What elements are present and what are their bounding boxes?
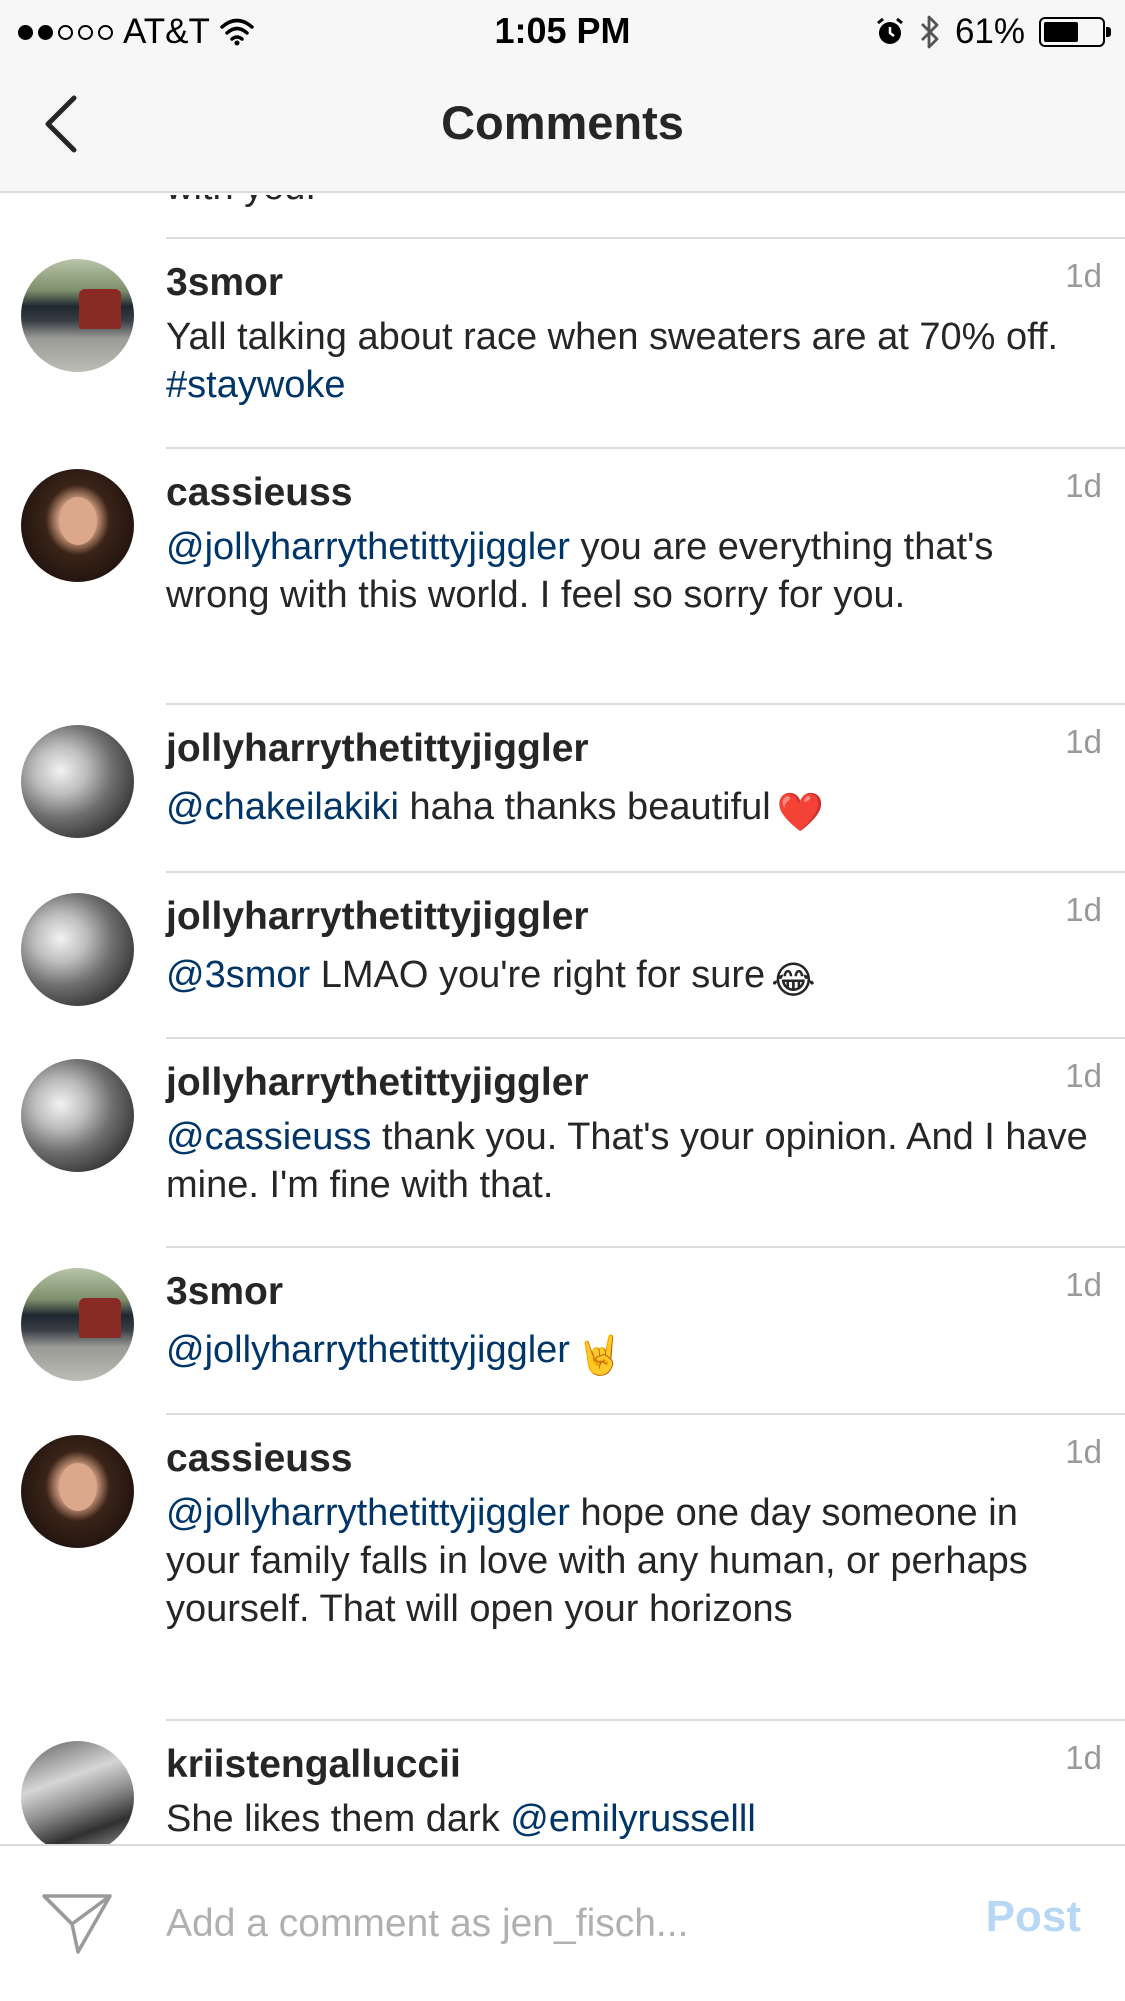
comment-timestamp: 1d [1065,723,1102,760]
status-bar: AT&T 1:05 PM 61% [0,0,1125,63]
comment-username[interactable]: jollyharrythetittyjiggler [166,895,589,939]
paper-plane-icon[interactable] [40,1890,114,1956]
bluetooth-icon [920,15,939,49]
post-button[interactable]: Post [986,1892,1081,1942]
partial-comment-text: with you. [166,195,316,211]
comment-divider [166,703,1125,705]
mention-link[interactable]: @jollyharrythetittyjiggler [166,1329,570,1371]
comment-text: Yall talking about race when sweaters ar… [166,313,1096,409]
comment-text: @jollyharrythetittyjiggler 🤘 [166,1326,1096,1379]
mention-link[interactable]: @jollyharrythetittyjiggler [166,526,570,568]
comment-input-bar: Post [0,1844,1125,2001]
battery-icon [1039,17,1111,47]
comment-timestamp: 1d [1065,1739,1102,1776]
comment-timestamp: 1d [1065,1433,1102,1470]
navigation-header: Comments [0,63,1125,193]
comment-timestamp: 1d [1065,891,1102,928]
emoji-icon: ❤️ [776,790,825,834]
comment-divider [166,1037,1125,1039]
comment-body: haha thanks beautiful [398,786,771,828]
comment-username[interactable]: jollyharrythetittyjiggler [166,1061,589,1105]
comment-text: @chakeilakiki haha thanks beautiful ❤️ [166,783,1096,836]
avatar[interactable] [21,259,134,372]
comment-input[interactable] [166,1884,936,1964]
avatar[interactable] [21,469,134,582]
comment-divider [166,1246,1125,1248]
mention-link[interactable]: @chakeilakiki [166,786,399,828]
mention-link[interactable]: @emilyrusselll [510,1798,756,1840]
comment-body: LMAO you're right for sure [310,954,766,996]
mention-link[interactable]: @jollyharrythetittyjiggler [166,1492,570,1534]
comment-divider [166,1413,1125,1415]
alarm-icon [877,17,903,44]
battery-percent: 61% [954,12,1025,51]
comment-username[interactable]: cassieuss [166,1437,353,1481]
comment-divider [166,871,1125,873]
comment-item: kriistengalluccii 1d She likes them dark @… [0,1719,1125,1844]
comment-username[interactable]: 3smor [166,1270,283,1314]
comment-text: @3smor LMAO you're right for sure 😂 [166,951,1096,1004]
avatar[interactable] [21,1741,134,1844]
avatar[interactable] [21,1435,134,1548]
comment-username[interactable]: 3smor [166,261,283,305]
comment-text: She likes them dark @emilyrusselll [166,1795,1096,1843]
mention-link[interactable]: #staywoke [166,364,346,406]
comment-timestamp: 1d [1065,1057,1102,1094]
avatar[interactable] [21,725,134,838]
comment-text: @cassieuss thank you. That's your opinio… [166,1113,1096,1209]
emoji-icon: 😂 [771,958,816,1002]
mention-link[interactable]: @cassieuss [166,1116,371,1158]
emoji-icon: 🤘 [575,1333,624,1377]
comment-item: cassieuss 1d @jollyharrythetittyjiggler yo… [0,447,1125,747]
page-title: Comments [441,96,684,149]
avatar[interactable] [21,1268,134,1381]
comment-username[interactable]: cassieuss [166,471,353,515]
status-right: 61% [875,10,1111,54]
comment-list[interactable]: with you. 3smor1dYall talking about race… [0,195,1125,1844]
comment-timestamp: 1d [1065,1266,1102,1303]
comment-divider [166,237,1125,239]
comment-divider [166,1719,1125,1721]
avatar[interactable] [21,893,134,1006]
comment-body: She likes them dark [166,1798,511,1840]
comment-text: @jollyharrythetittyjiggler hope one day … [166,1489,1096,1633]
comment-text: @jollyharrythetittyjiggler you are every… [166,523,1096,619]
comment-timestamp: 1d [1065,467,1102,504]
comment-username[interactable]: kriistengalluccii [166,1743,461,1787]
mention-link[interactable]: @3smor [166,954,310,996]
comment-body: Yall talking about race when sweaters ar… [166,316,1059,358]
comment-divider [166,447,1125,449]
battery-fill [1044,22,1079,42]
comment-username[interactable]: jollyharrythetittyjiggler [166,727,589,771]
comment-timestamp: 1d [1065,257,1102,294]
comment-item: cassieuss 1d @jollyharrythetittyjiggler ho… [0,1413,1125,1713]
avatar[interactable] [21,1059,134,1172]
